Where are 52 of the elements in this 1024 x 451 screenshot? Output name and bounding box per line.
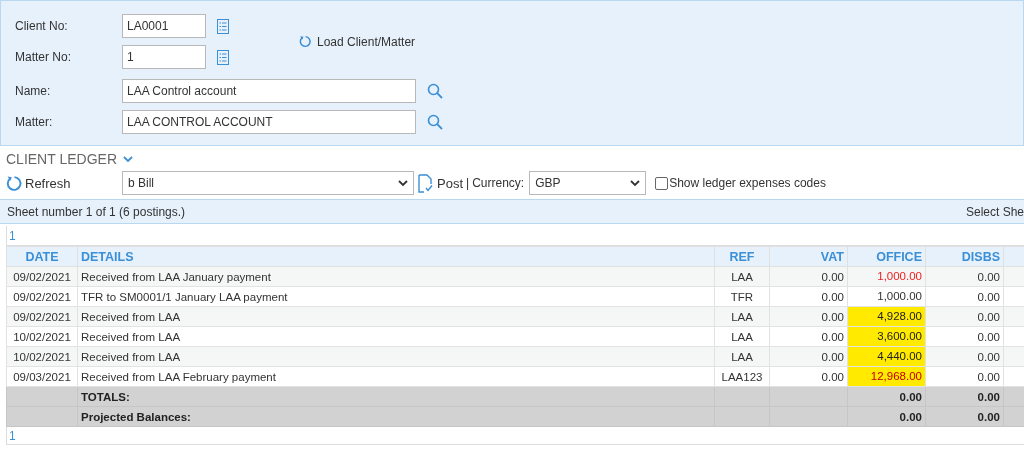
office-cell: 4,440.00 (848, 347, 925, 366)
document-check-icon (418, 173, 433, 193)
refresh-icon[interactable] (6, 174, 23, 192)
field-label: Name: (15, 84, 52, 98)
refresh-button[interactable]: Refresh (6, 174, 122, 192)
page-link[interactable]: 1 (9, 428, 16, 443)
name-field[interactable]: LAA Control account (122, 79, 416, 103)
office-cell: 3,600.00 (848, 327, 925, 346)
total-label: TOTALS: (77, 386, 715, 407)
date-cell: 10/02/2021 (6, 326, 78, 347)
chevron-down-icon[interactable] (123, 155, 133, 163)
office-cell-text: 1,000.00 (876, 289, 923, 304)
refresh-icon[interactable] (299, 35, 312, 48)
office-cell-text: 1,000.00 (876, 269, 923, 284)
separator-text: | (466, 176, 470, 190)
select-sheet-label[interactable]: Select She (965, 204, 1024, 219)
date-cell: 10/02/2021 (6, 346, 78, 367)
page-link[interactable]: 1 (9, 228, 16, 243)
total-label: Projected Balances: (77, 406, 715, 427)
search-icon[interactable] (427, 114, 443, 130)
bill-dropdown[interactable]: b Bill (122, 171, 414, 195)
date-cell: 09/02/2021 (6, 306, 78, 327)
search-icon[interactable] (427, 83, 443, 99)
checkbox-label: Show ledger expenses codes (669, 176, 826, 190)
field-label: Matter: (15, 115, 54, 129)
date-cell: 09/02/2021 (6, 266, 78, 287)
field-label: Matter No: (15, 50, 72, 64)
section-title: CLIENT LEDGER (6, 151, 117, 167)
checkbox[interactable] (655, 176, 669, 190)
currency-dropdown[interactable]: GBP (529, 171, 647, 195)
details-cell: Received from LAA February payment (77, 366, 715, 387)
currency-label: Currency: (472, 176, 525, 190)
client-no-field[interactable]: LA0001 (122, 14, 206, 38)
office-cell: 4,928.00 (848, 307, 925, 326)
load-client-matter-button[interactable]: Load Client/Matter (299, 34, 416, 49)
office-cell: 12,968.00 (848, 367, 925, 386)
chevron-down-icon (630, 179, 641, 187)
details-cell: Received from LAA (77, 346, 715, 367)
list-icon[interactable] (217, 18, 229, 34)
details-cell: TFR to SM0001/1 January LAA payment (77, 286, 715, 307)
chevron-down-icon (398, 179, 408, 187)
post-button[interactable]: Post (418, 173, 463, 193)
matter-field[interactable]: LAA CONTROL ACCOUNT (122, 110, 416, 134)
list-icon[interactable] (217, 49, 229, 65)
details-cell: Received from LAA January payment (77, 266, 715, 287)
date-cell: 09/03/2021 (6, 366, 78, 387)
field-label: Client No: (15, 19, 69, 33)
details-cell: Received from LAA (77, 306, 715, 327)
sheet-info: Sheet number 1 of 1 (6 postings.) (7, 204, 186, 219)
details-cell: Received from LAA (77, 326, 715, 347)
date-cell: 09/02/2021 (6, 286, 78, 307)
matter-no-field[interactable]: 1 (122, 45, 206, 69)
